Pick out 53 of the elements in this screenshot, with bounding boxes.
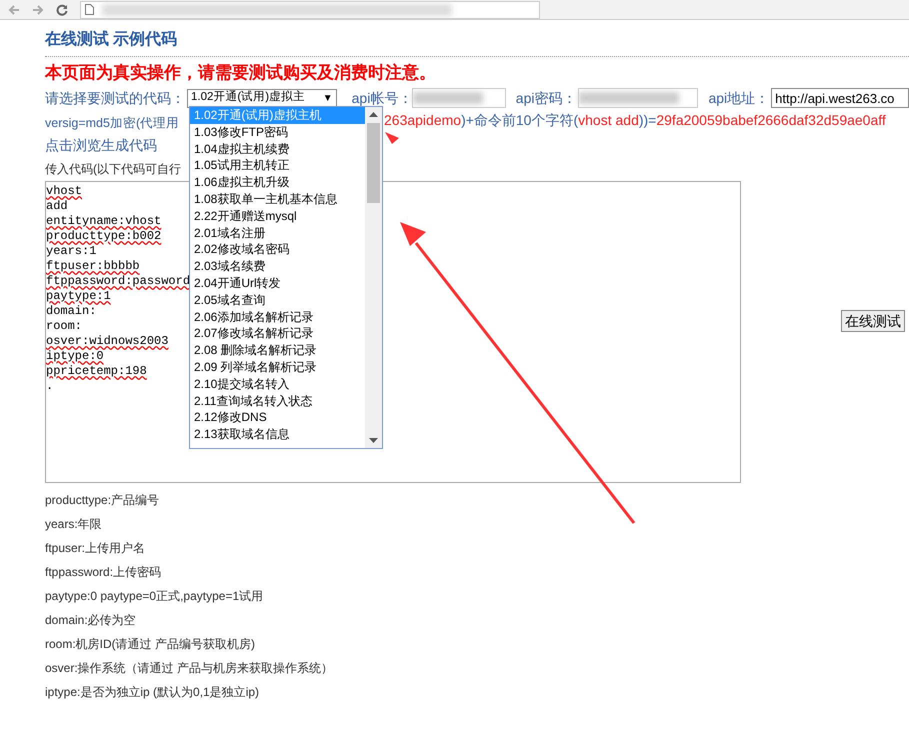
versig-formula: 263apidemo)+命令前10个字符(vhost add))=29fa20059babef2666daf32d59ae0aff [384, 111, 886, 130]
dropdown-option[interactable]: 2.09 列举域名解析记录 [190, 358, 365, 376]
dropdown-option[interactable]: 2.03域名续费 [190, 258, 365, 275]
help-text: paytype:0 paytype=0正式,paytype=1试用 [45, 588, 264, 604]
dropdown-option[interactable]: 2.13获取域名信息 [190, 426, 365, 443]
scrollbar-thumb[interactable] [367, 123, 380, 203]
scrollbar[interactable] [365, 107, 382, 448]
back-icon[interactable] [8, 4, 20, 16]
address-field[interactable]: http://api.west263.co [771, 88, 909, 108]
help-text: producttype:产品编号 [45, 492, 160, 508]
dropdown-option[interactable]: 2.22开通赠送mysql [190, 208, 365, 225]
dropdown-option[interactable]: 2.04开通Url转发 [190, 274, 365, 292]
select-label: 请选择要测试的代码： [45, 88, 185, 108]
dropdown-option[interactable]: 1.03修改FTP密码 [190, 124, 365, 141]
dropdown-option[interactable]: 2.06添加域名解析记录 [190, 308, 365, 326]
dropdown-option[interactable]: 1.04虚拟主机续费 [190, 140, 365, 158]
help-text: iptype:是否为独立ip (默认为0,1是独立ip) [45, 684, 260, 700]
dropdown-option[interactable]: 1.08获取单一主机基本信息 [190, 190, 365, 208]
dropdown-option[interactable]: 2.07修改域名解析记录 [190, 325, 365, 342]
dropdown-option[interactable]: 2.02修改域名密码 [190, 241, 365, 258]
help-text: ftpuser:上传用户名 [45, 540, 146, 556]
dropdown-option[interactable]: 2.12修改DNS [190, 409, 365, 426]
scroll-up-icon[interactable] [369, 112, 378, 117]
help-text: years:年限 [45, 516, 103, 532]
account-field[interactable] [412, 88, 506, 108]
dropdown-option[interactable]: 2.01域名注册 [190, 224, 365, 242]
scroll-down-icon[interactable] [369, 438, 378, 443]
account-label: api帐号： [352, 88, 412, 108]
dropdown-option[interactable]: 2.10提交域名转入 [190, 376, 365, 393]
help-text: domain:必传为空 [45, 612, 137, 628]
reload-icon[interactable] [56, 4, 68, 16]
page-icon [85, 4, 94, 15]
help-text: ftppassword:上传密码 [45, 564, 162, 580]
sample-code-link[interactable]: 示例代码 [113, 28, 177, 52]
versig-text: versig=md5加密(代理用 [45, 114, 180, 132]
page-title: 在线测试 [45, 30, 109, 50]
dropdown-option[interactable]: 2.11查询域名转入状态 [190, 392, 365, 410]
code-select[interactable]: 1.02开通(试用)虚拟主 ▼ [187, 88, 337, 108]
forward-icon[interactable] [32, 4, 44, 16]
help-text: room:机房ID(请通过 产品编号获取机房) [45, 636, 256, 652]
password-field[interactable] [578, 88, 698, 108]
small-arrow-icon [385, 132, 399, 144]
dropdown-option[interactable]: 2.08 删除域名解析记录 [190, 342, 365, 359]
generate-code-link[interactable]: 点击浏览生成代码 [45, 135, 189, 156]
address-label: api地址： [708, 88, 770, 108]
warning-text: 本页面为真实操作，请需要测试购买及消费时注意。 [45, 62, 437, 84]
dropdown-option[interactable]: 1.05试用主机转正 [190, 157, 365, 174]
dropdown-option[interactable]: 2.05域名查询 [190, 292, 365, 309]
address-bar[interactable] [80, 0, 540, 18]
help-text: osver:操作系统（请通过 产品与机房来获取操作系统） [45, 660, 334, 676]
password-label: api密码： [516, 88, 576, 108]
online-test-button[interactable]: 在线测试 [841, 310, 905, 332]
code-label: 传入代码(以下代码可自行 [45, 161, 181, 178]
